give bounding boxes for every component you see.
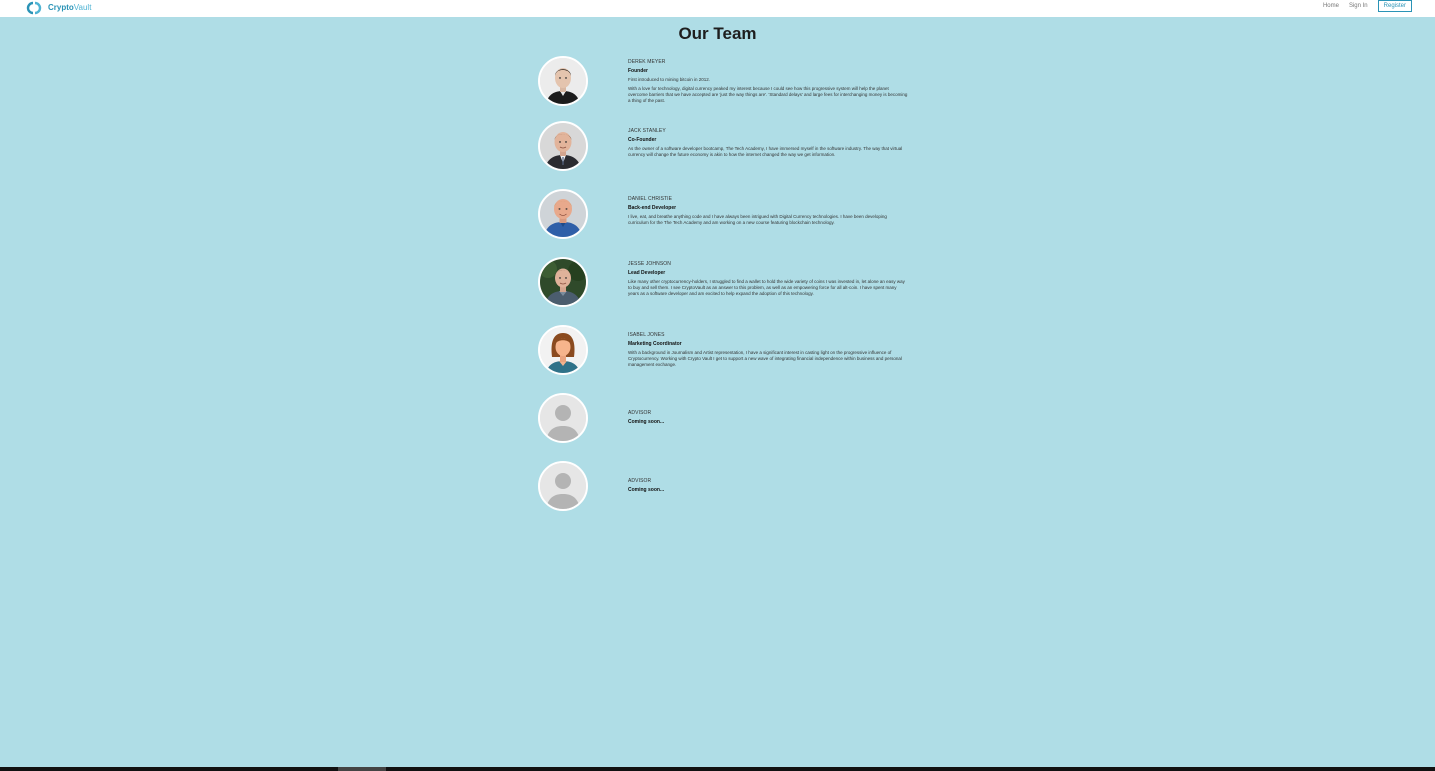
bio-paragraph: With a background in Journalism and Arti… bbox=[628, 350, 902, 367]
register-button[interactable]: Register bbox=[1377, 0, 1412, 12]
member-name: ADVISOR bbox=[628, 478, 652, 484]
member-role: Coming soon... bbox=[628, 487, 665, 493]
main-nav: Home Sign In Register bbox=[1323, 0, 1412, 12]
member-info: JACK STANLEY Co-Founder As the owner of … bbox=[628, 128, 908, 161]
nav-sign-in-link[interactable]: Sign In bbox=[1349, 1, 1368, 11]
member-name: JACK STANLEY bbox=[628, 128, 666, 134]
member-role: Lead Developer bbox=[628, 270, 666, 276]
avatar bbox=[538, 257, 588, 307]
member-photo bbox=[540, 259, 586, 305]
page-title: Our Team bbox=[678, 24, 757, 43]
avatar bbox=[538, 121, 588, 171]
placeholder-person-icon bbox=[540, 395, 586, 441]
member-bio: Like many other cryptocurrency-holders, … bbox=[628, 279, 908, 297]
member-info: DEREK MEYER Founder First introduced to … bbox=[628, 59, 908, 107]
avatar bbox=[538, 325, 588, 375]
bottom-scroll-indicator bbox=[338, 767, 386, 771]
avatar bbox=[538, 461, 588, 511]
member-photo bbox=[540, 191, 586, 237]
bio-paragraph: First introduced to mining bitcoin in 20… bbox=[628, 77, 711, 82]
member-photo bbox=[540, 327, 586, 373]
member-info: DANIEL CHRISTIE Back-end Developer I liv… bbox=[628, 196, 908, 229]
member-role: Founder bbox=[628, 68, 648, 74]
member-photo bbox=[540, 58, 586, 104]
member-info: ADVISOR Coming soon... bbox=[628, 410, 908, 426]
member-info: ISABEL JONES Marketing Coordinator With … bbox=[628, 332, 908, 371]
bio-paragraph: As the owner of a software developer boo… bbox=[628, 146, 903, 157]
member-bio: I live, eat, and breathe anything code a… bbox=[628, 214, 908, 226]
member-name: ADVISOR bbox=[628, 410, 652, 416]
placeholder-person-icon bbox=[540, 463, 586, 509]
avatar bbox=[538, 189, 588, 239]
member-name: DANIEL CHRISTIE bbox=[628, 196, 673, 202]
logo-text-bold: Crypto bbox=[48, 3, 74, 12]
bottom-edge-bar bbox=[0, 767, 1435, 771]
member-role: Co-Founder bbox=[628, 137, 657, 143]
member-name: JESSE JOHNSON bbox=[628, 261, 671, 267]
member-bio: With a background in Journalism and Arti… bbox=[628, 350, 908, 368]
cryptovault-logo[interactable]: CryptoVault bbox=[25, 0, 91, 16]
nav-home-link[interactable]: Home bbox=[1323, 1, 1339, 11]
bio-paragraph: With a love for technology, digital curr… bbox=[628, 86, 908, 103]
member-bio: As the owner of a software developer boo… bbox=[628, 146, 908, 158]
chain-link-icon bbox=[26, 1, 42, 15]
member-role: Marketing Coordinator bbox=[628, 341, 682, 347]
logo-wordmark: CryptoVault bbox=[48, 1, 91, 15]
member-info: ADVISOR Coming soon... bbox=[628, 478, 908, 494]
avatar bbox=[538, 56, 588, 106]
bio-paragraph: I live, eat, and breathe anything code a… bbox=[628, 214, 887, 225]
member-role: Back-end Developer bbox=[628, 205, 677, 211]
member-name: DEREK MEYER bbox=[628, 59, 666, 65]
top-navbar: CryptoVault Home Sign In Register bbox=[0, 0, 1435, 17]
member-name: ISABEL JONES bbox=[628, 332, 665, 338]
member-photo bbox=[540, 123, 586, 169]
logo-text-light: Vault bbox=[73, 3, 92, 12]
member-info: JESSE JOHNSON Lead Developer Like many o… bbox=[628, 261, 908, 300]
avatar bbox=[538, 393, 588, 443]
member-bio: First introduced to mining bitcoin in 20… bbox=[628, 77, 908, 104]
member-role: Coming soon... bbox=[628, 419, 665, 425]
bio-paragraph: Like many other cryptocurrency-holders, … bbox=[628, 279, 905, 296]
